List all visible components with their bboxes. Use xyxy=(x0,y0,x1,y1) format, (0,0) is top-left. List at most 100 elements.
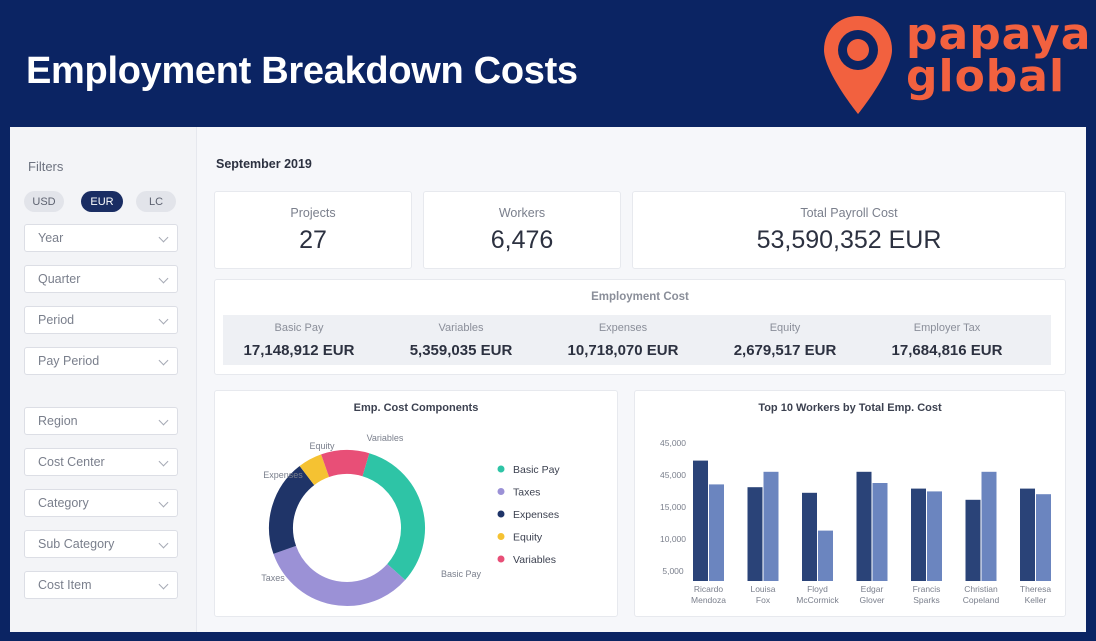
select-label: Sub Category xyxy=(38,537,115,551)
x-tick-label: Theresa xyxy=(1020,584,1051,594)
x-tick-label: Sparks xyxy=(913,595,939,605)
bar-francis-series-1[interactable] xyxy=(911,488,926,581)
y-tick-label: 45,000 xyxy=(660,438,686,448)
slice-label: Expenses xyxy=(263,470,303,480)
filter-cost-center-select[interactable]: Cost Center xyxy=(24,448,178,476)
donut-slice-expenses[interactable] xyxy=(269,466,315,554)
legend-label: Expenses xyxy=(513,509,559,521)
bar-louisa-series-1[interactable] xyxy=(747,487,763,581)
donut-chart: Basic Pay Taxes Expenses Equity Variables Bas… xyxy=(261,433,560,606)
filters-sidebar: Filters USD EUR LC Year Quarter Period Pay Pe… xyxy=(10,127,197,632)
select-label: Category xyxy=(38,496,89,510)
period-label: September 2019 xyxy=(216,157,312,171)
legend-label: Taxes xyxy=(513,487,540,499)
employment-cost-value: 17,148,912 EUR xyxy=(243,342,355,359)
kpi-card-projects: Projects 27 xyxy=(214,191,412,269)
x-tick-label: Louisa xyxy=(750,584,775,594)
employment-cost-value: 10,718,070 EUR xyxy=(567,342,679,359)
kpi-card-total-payroll: Total Payroll Cost 53,590,352 EUR xyxy=(632,191,1066,269)
kpi-value: 6,476 xyxy=(490,226,554,254)
donut-slice-variables[interactable] xyxy=(321,450,370,478)
legend-swatch xyxy=(497,555,505,563)
filter-year-select[interactable]: Year xyxy=(24,224,178,252)
bar-ricardo-series-2[interactable] xyxy=(709,484,724,581)
employment-cost-label: Variables xyxy=(438,322,484,334)
x-tick-label: Glover xyxy=(859,595,884,605)
x-tick-label: McCormick xyxy=(796,595,839,605)
employment-cost-label: Expenses xyxy=(598,322,648,334)
kpi-label: Total Payroll Cost xyxy=(800,206,898,220)
x-tick-label: Copeland xyxy=(963,595,1000,605)
employment-cost-label: Equity xyxy=(769,322,801,334)
select-label: Year xyxy=(38,231,64,245)
chevron-down-icon xyxy=(158,579,169,590)
legend-swatch xyxy=(497,533,505,540)
currency-lc-button[interactable]: LC xyxy=(136,191,176,212)
legend-label: Variables xyxy=(513,554,556,566)
bar-francis-series-2[interactable] xyxy=(927,491,942,581)
dashboard-screen: Filters USD EUR LC Year Quarter Period Pay Pe… xyxy=(10,127,1086,632)
filter-period-select[interactable]: Period xyxy=(24,306,178,334)
x-tick-label: Christian xyxy=(964,584,998,594)
filter-cost-item-select[interactable]: Cost Item xyxy=(24,571,178,599)
filter-sub-category-select[interactable]: Sub Category xyxy=(24,530,178,558)
bar-theresa-series-2[interactable] xyxy=(1036,494,1051,581)
bar-christian-series-1[interactable] xyxy=(965,499,981,581)
slice-label: Variables xyxy=(367,433,404,443)
legend-swatch xyxy=(497,465,505,473)
select-label: Cost Center xyxy=(38,455,105,469)
kpi-value: 53,590,352 EUR xyxy=(756,226,942,254)
employment-cost-value: 5,359,035 EUR xyxy=(409,342,513,359)
bar-edgar-series-1[interactable] xyxy=(856,471,872,581)
legend-label: Equity xyxy=(513,532,543,544)
kpi-value: 27 xyxy=(299,226,327,254)
donut-slice-equity[interactable] xyxy=(299,454,330,486)
x-tick-label: Fox xyxy=(756,595,771,605)
bar-edgar-series-2[interactable] xyxy=(872,483,888,581)
y-tick-label: 10,000 xyxy=(660,534,686,544)
logo-wordmark: papaya global xyxy=(906,9,1092,102)
employment-cost-value: 17,684,816 EUR xyxy=(891,342,1003,359)
donut-slice-basic-pay[interactable] xyxy=(361,453,425,580)
bar-chart: 45,000 45,000 15,000 10,000 5,000 RicardoMend… xyxy=(660,438,1051,605)
bar-christian-series-2[interactable] xyxy=(981,471,997,581)
filter-pay-period-select[interactable]: Pay Period xyxy=(24,347,178,375)
currency-usd-button[interactable]: USD xyxy=(24,191,64,212)
slice-label: Equity xyxy=(309,441,335,451)
papaya-global-logo: papaya global xyxy=(818,9,1092,120)
donut-slice-taxes[interactable] xyxy=(273,545,406,606)
employment-cost-item: Equity 2,679,517 EUR xyxy=(700,315,870,359)
filter-category-select[interactable]: Category xyxy=(24,489,178,517)
bar-floyd-series-2[interactable] xyxy=(818,530,833,581)
employment-cost-strip: Basic Pay 17,148,912 EUR Variables 5,359,03… xyxy=(223,315,1051,365)
y-tick-label: 5,000 xyxy=(662,566,684,576)
select-label: Cost Item xyxy=(38,578,92,592)
currency-eur-button[interactable]: EUR xyxy=(81,191,123,212)
location-pin-icon xyxy=(824,16,892,114)
chevron-down-icon xyxy=(158,232,169,243)
filter-quarter-select[interactable]: Quarter xyxy=(24,265,178,293)
employment-cost-item: Employer Tax 17,684,816 EUR xyxy=(862,315,1032,359)
slice-label: Basic Pay xyxy=(441,569,482,579)
x-tick-label: Ricardo xyxy=(694,584,724,594)
filters-heading: Filters xyxy=(28,159,64,174)
bar-chart-card: Top 10 Workers by Total Emp. Cost 45,000… xyxy=(634,390,1066,617)
x-tick-label: Francis xyxy=(913,584,941,594)
x-tick-label: Edgar xyxy=(861,584,884,594)
kpi-label: Projects xyxy=(290,206,336,220)
donut-chart-card: Emp. Cost Components Basic Pay Taxes Expen… xyxy=(214,390,618,617)
x-tick-label: Mendoza xyxy=(691,595,726,605)
filter-region-select[interactable]: Region xyxy=(24,407,178,435)
employment-cost-value: 2,679,517 EUR xyxy=(733,342,837,359)
bar-ricardo-series-1[interactable] xyxy=(693,460,708,581)
chevron-down-icon xyxy=(158,273,169,284)
chevron-down-icon xyxy=(158,355,169,366)
employment-cost-item: Basic Pay 17,148,912 EUR xyxy=(214,315,384,359)
bar-louisa-series-2[interactable] xyxy=(763,471,779,581)
bar-floyd-series-1[interactable] xyxy=(802,492,817,581)
kpi-card-workers: Workers 6,476 xyxy=(423,191,621,269)
select-label: Quarter xyxy=(38,272,81,286)
employment-cost-item: Expenses 10,718,070 EUR xyxy=(538,315,708,359)
bar-theresa-series-1[interactable] xyxy=(1020,488,1035,581)
employment-cost-item: Variables 5,359,035 EUR xyxy=(376,315,546,359)
